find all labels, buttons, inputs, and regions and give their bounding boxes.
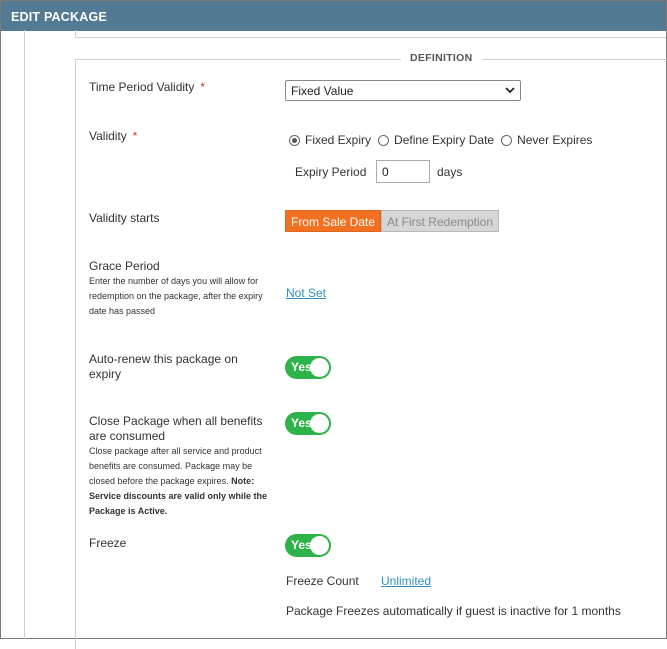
toggle-label: Yes <box>291 360 312 374</box>
expiry-period-label: Expiry Period <box>295 165 367 179</box>
radio-never-expires[interactable]: Never Expires <box>501 133 592 147</box>
window-title: EDIT PACKAGE <box>1 1 666 31</box>
radio-label: Define Expiry Date <box>394 133 495 147</box>
validity-starts-label: Validity starts <box>89 211 160 225</box>
validity-radio-group: Fixed Expiry Define Expiry Date Never Ex… <box>289 132 599 148</box>
previous-section-panel <box>75 30 666 38</box>
at-first-redemption-button[interactable]: At First Redemption <box>381 210 499 232</box>
freeze-count-unlimited-link[interactable]: Unlimited <box>381 574 431 588</box>
close-package-label: Close Package when all benefits are cons… <box>89 414 263 443</box>
grace-period-help: Enter the number of days you will allow … <box>89 276 263 316</box>
grace-period-not-set-link[interactable]: Not Set <box>286 286 326 300</box>
radio-define-expiry-date[interactable]: Define Expiry Date <box>378 133 494 147</box>
freeze-toggle[interactable]: Yes <box>285 534 331 557</box>
radio-button[interactable] <box>501 134 513 146</box>
validity-label: Validity * <box>89 129 137 143</box>
time-period-validity-select[interactable]: Fixed Value <box>285 80 521 101</box>
radio-label: Never Expires <box>517 133 593 147</box>
radio-fixed-expiry[interactable]: Fixed Expiry <box>289 133 371 147</box>
close-package-help: Close package after all service and prod… <box>89 444 279 519</box>
toggle-knob <box>310 536 329 555</box>
from-sale-date-button[interactable]: From Sale Date <box>285 210 381 232</box>
required-mark: * <box>132 129 138 143</box>
time-period-validity-label: Time Period Validity * <box>89 80 205 94</box>
toggle-label: Yes <box>291 416 312 430</box>
freeze-label: Freeze <box>89 536 127 550</box>
required-mark: * <box>200 80 206 94</box>
auto-renew-label: Auto-renew this package on expiry <box>89 352 238 381</box>
section-legend: DEFINITION <box>401 52 482 64</box>
radio-button[interactable] <box>378 134 390 146</box>
toggle-knob <box>310 358 329 377</box>
toggle-label: Yes <box>291 538 312 552</box>
time-period-validity-value: Fixed Value <box>291 84 354 98</box>
freeze-auto-text: Package Freezes automatically if guest i… <box>286 604 621 618</box>
freeze-count-label: Freeze Count <box>286 574 359 588</box>
auto-renew-toggle[interactable]: Yes <box>285 356 331 379</box>
radio-button-selected[interactable] <box>289 134 300 146</box>
expiry-unit-label: days <box>437 165 463 179</box>
grace-period-label: Grace Period <box>89 259 160 273</box>
expiry-period-input[interactable]: 0 <box>376 160 430 183</box>
close-package-toggle[interactable]: Yes <box>285 412 331 435</box>
chevron-down-icon <box>505 87 515 94</box>
validity-text: Validity <box>89 129 127 143</box>
radio-label: Fixed Expiry <box>305 133 372 147</box>
toggle-knob <box>310 414 329 433</box>
time-period-validity-text: Time Period Validity <box>89 80 195 94</box>
